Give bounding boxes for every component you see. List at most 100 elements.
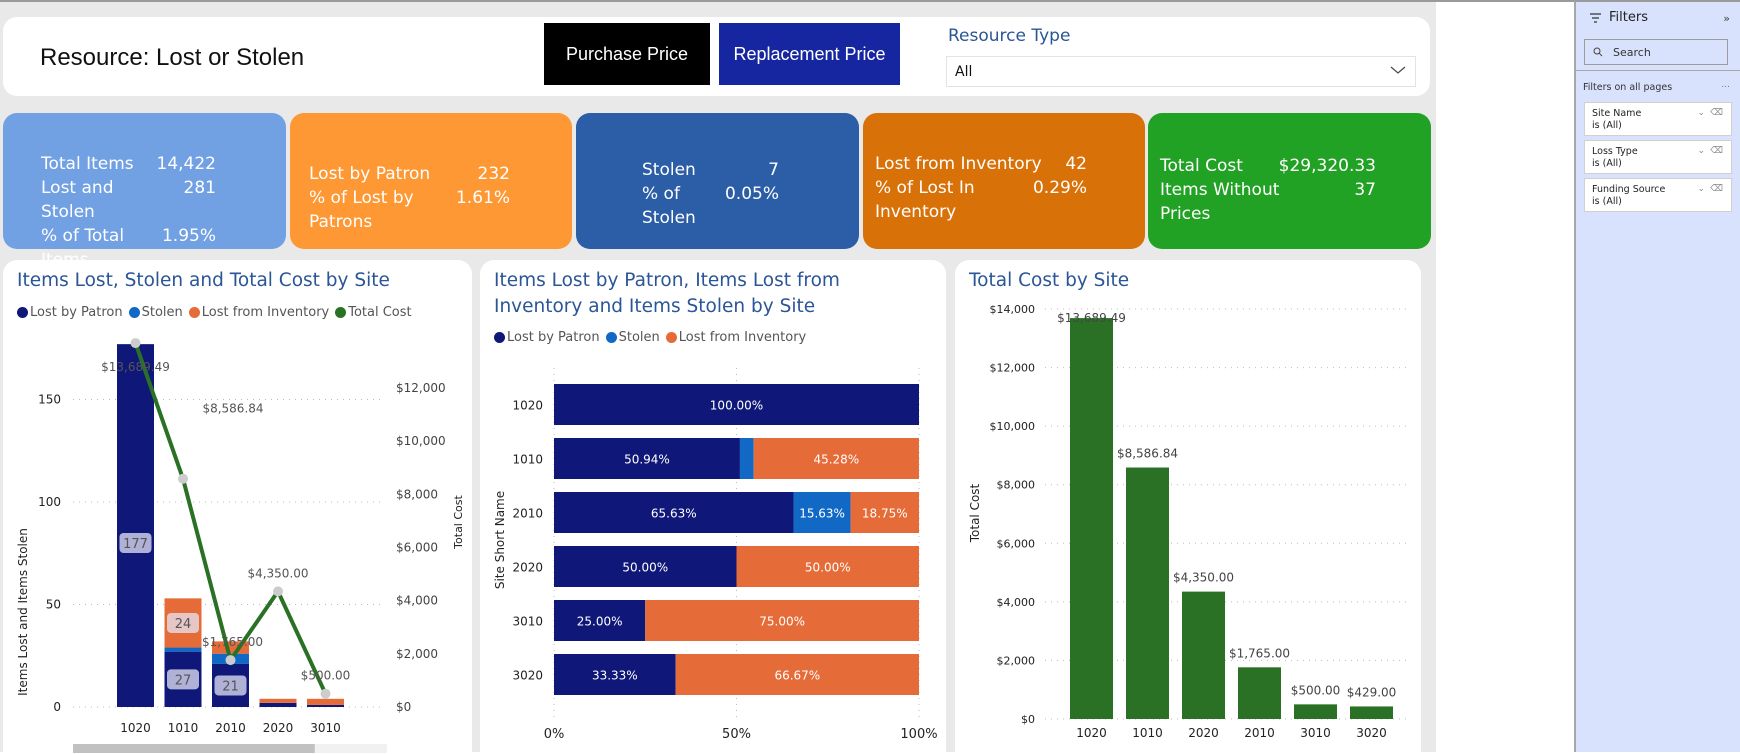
search-icon	[1593, 47, 1603, 57]
line-point	[130, 338, 141, 349]
bar	[1126, 467, 1169, 719]
more-options-icon[interactable]: ...	[1721, 80, 1730, 90]
kpi-card-total-cost: Total Cost $29,320.33 Items Without 37 Pri…	[1148, 113, 1431, 249]
bar-data-label: $13,689.49	[1057, 311, 1126, 325]
bar-data-label: $1,765.00	[1229, 646, 1290, 660]
filter-card-funding-source[interactable]: Funding Source is (All) ⌄ ⌫	[1584, 178, 1732, 212]
kpi-label: Items Without	[1160, 180, 1280, 200]
x-tick-label: 2020	[263, 721, 294, 735]
line-data-label: $4,350.00	[247, 566, 308, 580]
kpi-label: Lost by Patron	[309, 164, 431, 184]
x-tick-label: 3010	[1300, 726, 1331, 740]
kpi-card-lost-by-patron: Lost by Patron 232 % of Lost by Patrons 1.…	[290, 113, 572, 249]
kpi-value: $29,320.33	[1278, 156, 1376, 176]
y-tick-label: 100	[38, 495, 61, 509]
y-tick-label: $12,000	[990, 362, 1036, 375]
kpi-value: 37	[1354, 180, 1376, 200]
x-tick-label: 2020	[1188, 726, 1219, 740]
bar-data-label: 66.67%	[774, 669, 820, 683]
eraser-icon[interactable]: ⌫	[1710, 107, 1723, 119]
x-tick-label: 1010	[168, 721, 199, 735]
chart-items-lost-stolen-cost[interactable]: Items Lost, Stolen and Total Cost by Sit…	[3, 260, 472, 754]
chevron-down-icon[interactable]: ⌄	[1697, 145, 1705, 157]
y-axis-title: Total Cost	[968, 483, 982, 543]
y-tick-label: $10,000	[990, 420, 1036, 433]
y2-tick-label: $0	[396, 700, 411, 714]
y-tick-label: $2,000	[997, 654, 1036, 667]
filters-section-label: Filters on all pages	[1583, 82, 1673, 93]
chart-items-by-site-percent[interactable]: Items Lost by Patron, Items Lost from In…	[480, 260, 946, 754]
stacked-bar-plot: 0% 50% 100% Site Short Name 1020 100.00% 1010 5…	[493, 368, 938, 742]
x-tick-label: 50%	[722, 727, 751, 742]
y2-tick-label: $12,000	[396, 381, 446, 395]
bar-data-label: 25.00%	[577, 615, 623, 629]
line-data-label: $500.00	[301, 669, 351, 683]
x-tick-label: 100%	[900, 727, 937, 742]
bar-data-label: 65.63%	[651, 507, 697, 521]
x-tick-label: 3020	[1356, 726, 1387, 740]
kpi-label: Lost and Stolen	[41, 178, 114, 222]
y-tick-label: $8,000	[997, 479, 1036, 492]
filter-card-loss-type[interactable]: Loss Type is (All) ⌄ ⌫	[1584, 140, 1732, 174]
filter-state: is (All)	[1592, 120, 1622, 131]
kpi-value: 0.05%	[724, 184, 779, 204]
page-title: Resource: Lost or Stolen	[40, 44, 305, 71]
kpi-label: % of Lost In Inventory	[875, 178, 975, 222]
x-tick-label: 2010	[1244, 726, 1275, 740]
kpi-value: 281	[183, 178, 216, 198]
divider	[1576, 70, 1740, 71]
filters-search-input[interactable]: Search	[1584, 39, 1728, 65]
kpi-label: Lost from Inventory	[875, 154, 1042, 174]
bar-segment	[117, 344, 154, 707]
kpi-card-lost-from-inventory: Lost from Inventory 42 % of Lost In Inven…	[863, 113, 1145, 249]
filter-card-site-name[interactable]: Site Name is (All) ⌄ ⌫	[1584, 102, 1732, 136]
x-tick-label: 1020	[120, 721, 151, 735]
y-tick-label: 2010	[512, 507, 543, 521]
chevron-down-icon[interactable]: ⌄	[1697, 107, 1705, 119]
filters-header: Filters	[1590, 10, 1648, 25]
y-axis-title: Site Short Name	[493, 491, 507, 589]
y-tick-label: 1010	[512, 453, 543, 467]
purchase-price-button[interactable]: Purchase Price	[544, 23, 710, 85]
search-placeholder: Search	[1613, 45, 1651, 59]
kpi-label: Total Items	[41, 154, 134, 174]
x-tick-label: 1020	[1076, 726, 1107, 740]
bar-data-label: $429.00	[1347, 685, 1397, 699]
bar-data-label: 50.00%	[805, 561, 851, 575]
bar-data-label: 18.75%	[862, 507, 908, 521]
bar-segment	[259, 698, 297, 703]
bar-segment	[259, 702, 297, 707]
y2-tick-label: $2,000	[396, 647, 438, 661]
expand-pane-icon[interactable]: »	[1723, 12, 1730, 25]
line-point	[320, 688, 331, 699]
line-point	[178, 473, 188, 484]
resource-type-dropdown[interactable]: All	[946, 56, 1416, 87]
chart-total-cost-by-site[interactable]: Total Cost by Site $0 $2,000 $4,000 $6,000 $…	[955, 260, 1421, 754]
line-data-label: $8,586.84	[202, 402, 263, 416]
bar-data-label: 50.00%	[622, 561, 668, 575]
x-tick-label: 0%	[544, 727, 565, 742]
y-tick-label: $6,000	[997, 537, 1036, 550]
replacement-price-button[interactable]: Replacement Price	[719, 23, 900, 85]
y-tick-label: $0	[1021, 713, 1035, 726]
eraser-icon[interactable]: ⌫	[1710, 183, 1723, 195]
kpi-label: Total Cost	[1160, 156, 1243, 176]
kpi-value: 14,422	[156, 154, 216, 174]
y-tick-label: $4,000	[997, 596, 1036, 609]
bar	[1238, 667, 1281, 719]
y-tick-label: 2020	[512, 561, 543, 575]
report-canvas: Resource: Lost or Stolen Purchase Price …	[0, 0, 1436, 754]
y-tick-label: 3020	[512, 669, 543, 683]
eraser-icon[interactable]: ⌫	[1710, 145, 1723, 157]
y2-tick-label: $4,000	[396, 594, 438, 608]
bar-data-label: 75.00%	[759, 615, 805, 629]
chevron-down-icon[interactable]: ⌄	[1697, 183, 1705, 195]
bar-segment	[164, 647, 202, 652]
column-chart-plot: $0 $2,000 $4,000 $6,000 $8,000 $10,000 $12,000…	[968, 303, 1410, 740]
bar-data-label: 27	[175, 673, 192, 688]
bar-data-label: 50.94%	[624, 453, 670, 467]
bar-data-label: 45.28%	[813, 453, 859, 467]
kpi-value: 7	[768, 160, 779, 180]
combo-chart-plot: 0 50 100 150 $0 $2,000 $4,000 $6,000 $8,000 $10,0…	[16, 338, 465, 753]
bar-data-label: $8,586.84	[1117, 447, 1178, 461]
